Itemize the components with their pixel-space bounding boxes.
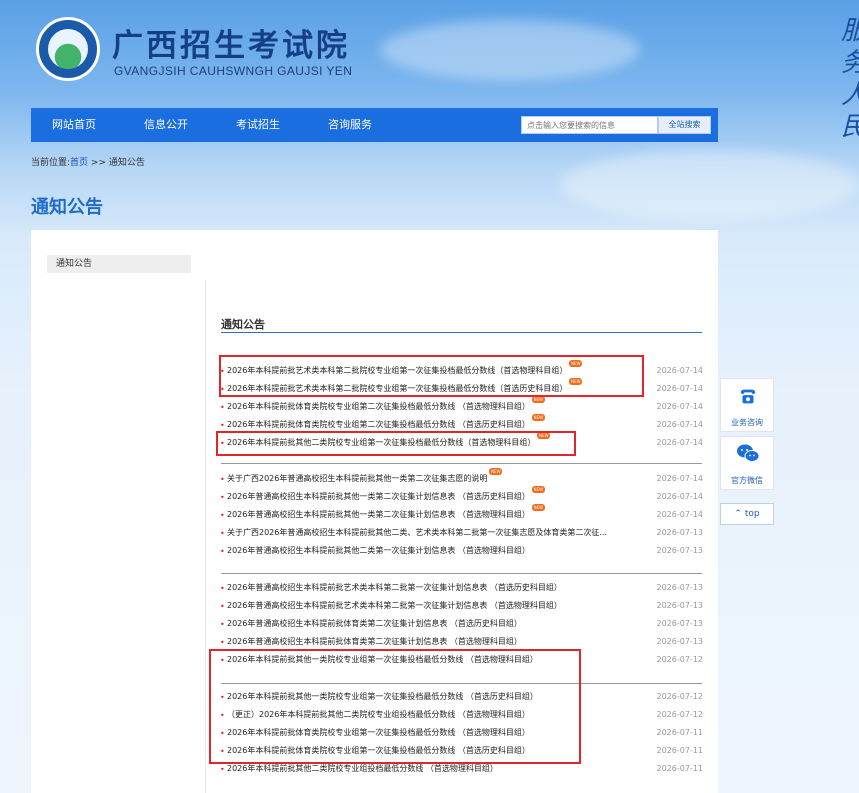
wechat-label: 官方微信 <box>731 476 763 485</box>
site-name: 广西招生考试院 <box>112 28 350 64</box>
new-badge: NEW <box>531 414 545 421</box>
column-divider <box>205 280 206 793</box>
list-item-date: 2026-07-11 <box>656 764 704 773</box>
list-item[interactable]: • 2026年本科提前批其他二类院校专业组投档最低分数线 （首选物理科目组） 202… <box>220 762 703 776</box>
bullet-icon: • <box>220 529 225 538</box>
highlight-box <box>219 355 644 397</box>
list-item-date: 2026-07-14 <box>656 402 704 411</box>
list-item-date: 2026-07-14 <box>656 366 704 375</box>
chevron-up-icon: ⌃ <box>734 509 742 519</box>
bullet-icon: • <box>220 493 225 502</box>
list-item-date: 2026-07-13 <box>656 546 704 555</box>
phone-icon <box>740 389 756 404</box>
list-item[interactable]: • 关于广西2026年普通高校招生本科提前批其他二类、艺术类本科第二批第一次征集志… <box>220 526 703 540</box>
site-subtitle: GVANGJSIH CAUHSWNGH GAUJSI YEN <box>114 64 353 78</box>
list-item-title[interactable]: 2026年普通高校招生本科提前批艺术类本科第二批第一次征集计划信息表 （首选历史… <box>227 581 562 595</box>
new-badge: NEW <box>531 504 545 511</box>
bullet-icon: • <box>220 421 225 430</box>
list-item-date: 2026-07-11 <box>656 746 704 755</box>
list-item-date: 2026-07-14 <box>656 474 704 483</box>
list-item[interactable]: • 关于广西2026年普通高校招生本科提前批其他一类第二次征集志愿的说明 NEW 20… <box>220 468 704 486</box>
nav-consult[interactable]: 咨询服务 <box>328 108 372 142</box>
list-item-date: 2026-07-14 <box>656 510 704 519</box>
list-item-date: 2026-07-13 <box>656 583 704 592</box>
slogan-deco: 服务人民 <box>841 15 859 143</box>
new-badge: NEW <box>531 396 545 403</box>
breadcrumb: 当前位置:首页 >> 通知公告 <box>31 155 145 168</box>
list-item-title[interactable]: 2026年普通高校招生本科提前批艺术类本科第二批第一次征集计划信息表 （首选物理… <box>227 599 562 613</box>
main-nav: 网站首页 信息公开 考试招生 咨询服务 全站搜索 <box>31 108 718 142</box>
wechat-widget[interactable]: 官方微信 <box>720 436 774 490</box>
highlight-box <box>216 431 576 456</box>
list-item-date: 2026-07-12 <box>656 655 704 664</box>
bullet-icon: • <box>220 620 225 629</box>
list-item-date: 2026-07-14 <box>656 492 704 501</box>
list-item-title[interactable]: 2026年本科提前批其他二类院校专业组投档最低分数线 （首选物理科目组） <box>227 762 498 776</box>
list-item-date: 2026-07-14 <box>656 420 704 429</box>
list-item-title[interactable]: 2026年本科提前批体育类院校专业组第二次征集投档最低分数线 （首选历史科目组） <box>227 418 530 432</box>
list-item-title[interactable]: 2026年本科提前批体育类院校专业组第二次征集投档最低分数线 （首选物理科目组） <box>227 400 530 414</box>
list-item[interactable]: • 2026年普通高校招生本科提前批其他二类第一次征集计划信息表 （首选物理科目组… <box>220 544 703 558</box>
new-badge: NEW <box>489 468 503 475</box>
list-item[interactable]: • 2026年本科提前批体育类院校专业组第二次征集投档最低分数线 （首选历史科目组… <box>220 414 704 432</box>
list-item-title[interactable]: 2026年普通高校招生本科提前批体育类第二次征集计划信息表 （首选物理科目组） <box>227 635 522 649</box>
heading-underline <box>221 332 702 333</box>
list-item-date: 2026-07-12 <box>656 692 704 701</box>
list-item-date: 2026-07-13 <box>656 601 704 610</box>
list-item[interactable]: • 2026年普通高校招生本科提前批艺术类本科第二批第一次征集计划信息表 （首选历… <box>220 581 703 595</box>
list-item[interactable]: • 2026年普通高校招生本科提前批其他一类第二次征集计划信息表 （首选物理科目组… <box>220 504 704 522</box>
list-item[interactable]: • 2026年普通高校招生本科提前批体育类第二次征集计划信息表 （首选历史科目组）… <box>220 617 703 631</box>
group-divider <box>221 573 702 574</box>
list-heading: 通知公告 <box>221 318 265 331</box>
highlight-box <box>209 649 581 764</box>
consult-label: 业务咨询 <box>731 418 763 427</box>
site-logo[interactable] <box>36 17 100 81</box>
list-item-date: 2026-07-13 <box>656 528 704 537</box>
sidebar-item-notices[interactable]: 通知公告 <box>47 255 191 273</box>
list-item[interactable]: • 2026年本科提前批体育类院校专业组第二次征集投档最低分数线 （首选物理科目组… <box>220 396 704 414</box>
breadcrumb-prefix: 当前位置: <box>31 158 71 168</box>
bullet-icon: • <box>220 584 225 593</box>
list-item-title[interactable]: 关于广西2026年普通高校招生本科提前批其他二类、艺术类本科第二批第一次征集志愿… <box>227 526 607 540</box>
list-item-title[interactable]: 2026年普通高校招生本科提前批体育类第二次征集计划信息表 （首选历史科目组） <box>227 617 522 631</box>
list-item[interactable]: • 2026年普通高校招生本科提前批艺术类本科第二批第一次征集计划信息表 （首选物… <box>220 599 703 613</box>
group-divider <box>221 463 702 464</box>
nav-home[interactable]: 网站首页 <box>52 108 96 142</box>
sky-cloud <box>380 20 640 80</box>
nav-info-public[interactable]: 信息公开 <box>144 108 188 142</box>
bullet-icon: • <box>220 547 225 556</box>
list-item-title[interactable]: 2026年普通高校招生本科提前批其他二类第一次征集计划信息表 （首选物理科目组） <box>227 544 530 558</box>
sky-cloud <box>560 150 859 220</box>
search-button[interactable]: 全站搜索 <box>658 116 711 134</box>
list-item-date: 2026-07-14 <box>656 438 704 447</box>
list-item-date: 2026-07-13 <box>656 619 704 628</box>
bullet-icon: • <box>220 638 225 647</box>
bullet-icon: • <box>220 475 225 484</box>
list-item-date: 2026-07-12 <box>656 710 704 719</box>
list-item-date: 2026-07-14 <box>656 384 704 393</box>
breadcrumb-current: 通知公告 <box>108 158 145 168</box>
bullet-icon: • <box>220 602 225 611</box>
nav-exam-admission[interactable]: 考试招生 <box>236 108 280 142</box>
page-title: 通知公告 <box>31 197 103 218</box>
consult-widget[interactable]: 业务咨询 <box>720 378 774 432</box>
breadcrumb-separator: >> <box>88 158 109 168</box>
bullet-icon: • <box>220 403 225 412</box>
logo-emblem <box>48 29 88 69</box>
top-label: top <box>744 509 760 519</box>
bullet-icon: • <box>220 511 225 520</box>
back-to-top-button[interactable]: ⌃ top <box>720 503 774 525</box>
list-item[interactable]: • 2026年普通高校招生本科提前批其他一类第二次征集计划信息表 （首选历史科目组… <box>220 486 704 504</box>
list-item-title[interactable]: 2026年普通高校招生本科提前批其他一类第二次征集计划信息表 （首选历史科目组） <box>227 490 530 504</box>
list-item-title[interactable]: 关于广西2026年普通高校招生本科提前批其他一类第二次征集志愿的说明 <box>227 472 487 486</box>
list-item[interactable]: • 2026年普通高校招生本科提前批体育类第二次征集计划信息表 （首选物理科目组）… <box>220 635 703 649</box>
wechat-icon <box>737 444 760 462</box>
list-item-title[interactable]: 2026年普通高校招生本科提前批其他一类第二次征集计划信息表 （首选物理科目组） <box>227 508 530 522</box>
bullet-icon: • <box>220 765 225 774</box>
search-input[interactable] <box>521 116 658 134</box>
new-badge: NEW <box>531 486 545 493</box>
list-item-date: 2026-07-13 <box>656 637 704 646</box>
breadcrumb-home[interactable]: 首页 <box>70 158 88 168</box>
list-item-date: 2026-07-11 <box>656 728 704 737</box>
